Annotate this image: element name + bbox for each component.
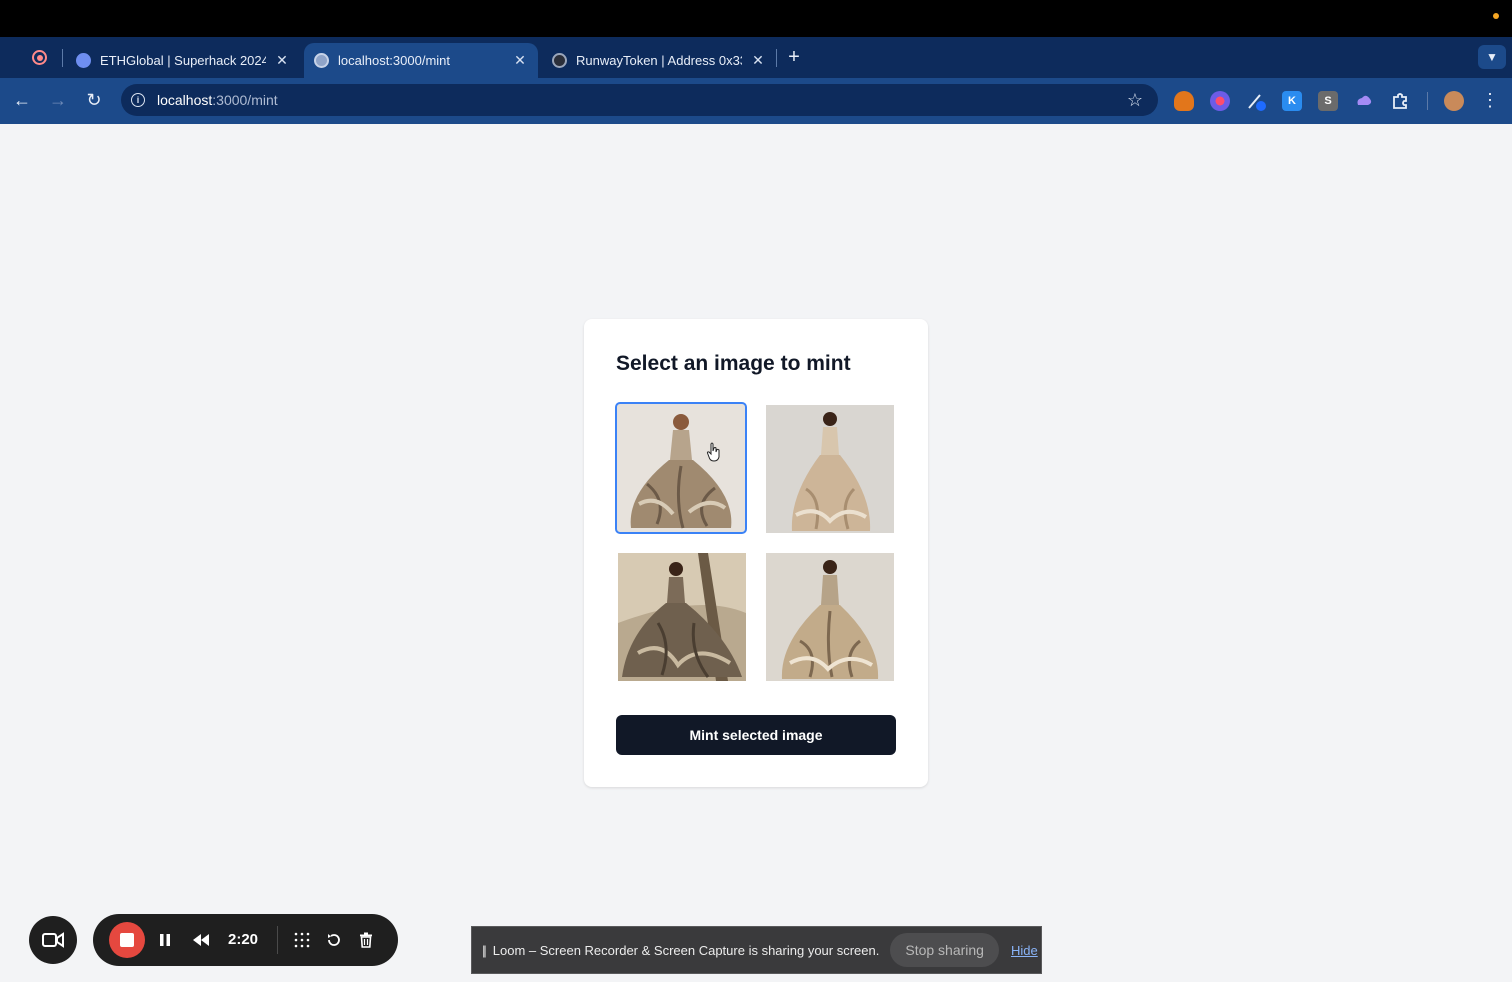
loom-control-bar: 2:20 bbox=[93, 914, 398, 966]
reload-icon[interactable]: ↻ bbox=[82, 88, 106, 112]
tab-localhost-mint[interactable]: localhost:3000/mint ✕ bbox=[304, 43, 538, 78]
fox-extension-icon[interactable] bbox=[1174, 91, 1194, 111]
site-info-icon[interactable]: i bbox=[131, 93, 145, 107]
etherscan-favicon-icon bbox=[552, 53, 567, 68]
gown-2-image bbox=[766, 405, 894, 533]
recording-indicator-icon[interactable] bbox=[32, 50, 47, 65]
recording-dot-icon bbox=[1493, 13, 1499, 19]
address-url[interactable]: localhost:3000/mint bbox=[157, 92, 278, 108]
browser-tab-strip: ETHGlobal | Superhack 2024 ✕ localhost:3… bbox=[0, 37, 1512, 78]
tab-title: localhost:3000/mint bbox=[338, 53, 451, 68]
tab-title: ETHGlobal | Superhack 2024 bbox=[100, 53, 266, 68]
puzzle-extensions-icon[interactable] bbox=[1390, 91, 1410, 111]
kebab-menu-icon[interactable]: ⋮ bbox=[1478, 88, 1502, 112]
gown-image-option-3[interactable] bbox=[618, 553, 746, 681]
page-viewport: Select an image to mint Mint selected im… bbox=[0, 124, 1512, 982]
mint-selected-image-button[interactable]: Mint selected image bbox=[616, 715, 896, 755]
k-extension-icon[interactable]: K bbox=[1282, 91, 1302, 111]
gown-image-option-2[interactable] bbox=[766, 405, 894, 533]
tab-search-chevron-icon[interactable]: ▼ bbox=[1478, 45, 1506, 69]
drawing-grid-icon[interactable] bbox=[290, 928, 314, 952]
drag-handle-icon[interactable]: || bbox=[482, 943, 487, 958]
trash-icon[interactable] bbox=[354, 928, 378, 952]
ethglobal-favicon-icon bbox=[76, 53, 91, 68]
tab-title: RunwayToken | Address 0x33 bbox=[576, 53, 742, 68]
browser-toolbar: ← → ↻ i localhost:3000/mint ☆ K S ⋮ bbox=[0, 78, 1512, 124]
forward-arrow-icon[interactable]: → bbox=[46, 88, 70, 112]
mint-card: Select an image to mint Mint selected im… bbox=[584, 319, 928, 787]
hide-banner-link[interactable]: Hide bbox=[1011, 943, 1038, 958]
system-top-bar bbox=[0, 0, 1512, 37]
profile-avatar[interactable] bbox=[1444, 91, 1464, 111]
video-camera-icon bbox=[42, 932, 64, 948]
tab-ethglobal[interactable]: ETHGlobal | Superhack 2024 ✕ bbox=[66, 43, 300, 78]
loom-separator bbox=[277, 926, 278, 954]
bookmark-star-icon[interactable]: ☆ bbox=[1127, 90, 1143, 111]
screen-sharing-banner: || Loom – Screen Recorder & Screen Captu… bbox=[471, 926, 1042, 974]
cloud-extension-icon[interactable] bbox=[1354, 91, 1374, 111]
pen-extension-icon[interactable] bbox=[1246, 91, 1266, 111]
restart-icon[interactable] bbox=[322, 928, 346, 952]
close-icon[interactable]: ✕ bbox=[274, 52, 290, 69]
gown-4-image bbox=[766, 553, 894, 681]
gown-1-image bbox=[617, 404, 745, 532]
globe-favicon-icon bbox=[314, 53, 329, 68]
address-bar[interactable]: i localhost:3000/mint ☆ bbox=[121, 84, 1158, 116]
tab-runwaytoken[interactable]: RunwayToken | Address 0x33 ✕ bbox=[542, 43, 776, 78]
tab-separator bbox=[776, 49, 777, 67]
gown-image-option-1[interactable] bbox=[615, 402, 747, 534]
hand-cursor-icon bbox=[706, 442, 720, 462]
new-tab-plus-icon[interactable]: + bbox=[784, 46, 804, 69]
gown-image-option-4[interactable] bbox=[766, 553, 894, 681]
close-icon[interactable]: ✕ bbox=[512, 52, 528, 69]
loom-timer: 2:20 bbox=[228, 931, 259, 948]
loom-camera-button[interactable] bbox=[29, 916, 77, 964]
loom-stop-record-button[interactable] bbox=[109, 922, 145, 958]
gown-3-image bbox=[618, 553, 746, 681]
stop-sharing-button[interactable]: Stop sharing bbox=[890, 933, 999, 967]
close-icon[interactable]: ✕ bbox=[750, 52, 766, 69]
s-extension-icon[interactable]: S bbox=[1318, 91, 1338, 111]
url-path: :3000/mint bbox=[212, 92, 278, 108]
page-title: Select an image to mint bbox=[616, 352, 851, 375]
rewind-icon[interactable] bbox=[189, 928, 213, 952]
back-arrow-icon[interactable]: ← bbox=[10, 88, 34, 112]
sharing-message: Loom – Screen Recorder & Screen Capture … bbox=[492, 942, 880, 958]
pause-icon[interactable] bbox=[153, 928, 177, 952]
url-host: localhost bbox=[157, 92, 213, 108]
tab-separator bbox=[62, 49, 63, 67]
toolbar-separator bbox=[1427, 92, 1428, 110]
sparkle-extension-icon[interactable] bbox=[1210, 91, 1230, 111]
